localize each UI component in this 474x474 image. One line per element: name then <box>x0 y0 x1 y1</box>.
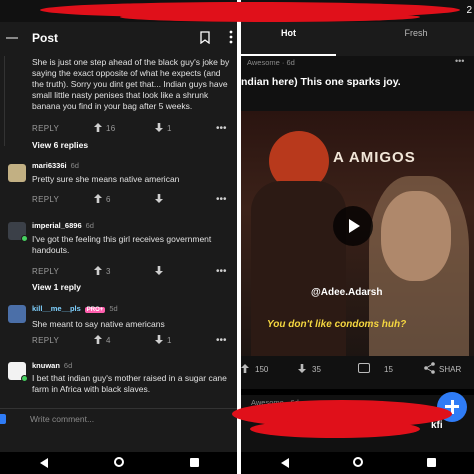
back-icon[interactable] <box>40 458 48 468</box>
system-nav-bar <box>241 452 474 474</box>
comment-header: mari6336i 6d <box>32 160 79 171</box>
upvote-icon[interactable] <box>94 266 102 278</box>
video-player[interactable]: A AMIGOS @Adee.Adarsh You don't like con… <box>241 111 474 356</box>
downvote-icon[interactable] <box>155 123 163 135</box>
recents-icon[interactable] <box>190 458 199 467</box>
play-icon <box>349 219 360 233</box>
tab-hot[interactable]: Hot <box>241 22 336 56</box>
comment-composer: Write comment... <box>0 408 237 431</box>
comment-age: 6d <box>85 221 94 230</box>
downvote-icon[interactable] <box>155 194 163 206</box>
comment-body: She is just one step ahead of the black … <box>32 57 230 111</box>
avatar[interactable] <box>8 305 26 323</box>
reply-button[interactable]: REPLY <box>32 194 59 205</box>
comment-age: 5d <box>109 304 118 313</box>
comment-input[interactable]: Write comment... <box>30 414 94 424</box>
more-vert-icon[interactable] <box>229 30 233 49</box>
comment-body: I've got the feeling this girl receives … <box>32 234 212 255</box>
downvote-count: 1 <box>167 336 172 345</box>
downvote-icon[interactable] <box>155 335 163 347</box>
sticker-icon[interactable] <box>0 414 6 424</box>
play-button[interactable] <box>333 206 373 246</box>
downvote-icon[interactable] <box>155 266 163 278</box>
reply-button[interactable]: REPLY <box>32 266 59 277</box>
tab-fresh[interactable]: Fresh <box>361 22 471 56</box>
reply-button[interactable]: REPLY <box>32 335 59 346</box>
redaction-scribble-bottom-2 <box>250 420 420 438</box>
view-replies-link[interactable]: View 6 replies <box>32 140 88 151</box>
post-actions: 150 35 15 SHAR <box>241 360 474 380</box>
share-label[interactable]: SHAR <box>439 365 461 374</box>
redaction-scribble-top-2 <box>120 12 420 22</box>
upvote-icon[interactable] <box>94 194 102 206</box>
video-watermark: @Adee.Adarsh <box>311 287 383 298</box>
feed: Awesome · 6d ••• ndian here) This one sp… <box>241 56 474 452</box>
app-bar: Post <box>0 22 237 56</box>
upvote-count: 3 <box>106 267 111 276</box>
bookmark-icon[interactable] <box>200 31 210 49</box>
page-title: Post <box>32 31 59 45</box>
share-icon[interactable] <box>424 362 435 376</box>
home-icon[interactable] <box>114 457 124 467</box>
background-sign: A AMIGOS <box>333 149 416 166</box>
comment-header: imperial_6896 6d <box>32 220 94 231</box>
comment-author[interactable]: mari6336i <box>32 161 67 170</box>
upvote-icon[interactable] <box>94 335 102 347</box>
more-horiz-icon[interactable]: ••• <box>216 266 227 277</box>
comment-body: She meant to say native americans <box>32 319 165 329</box>
left-screenshot: Post She is just one step ahead of the b… <box>0 0 237 474</box>
avatar[interactable] <box>8 164 26 182</box>
pro-badge: PRO+ <box>84 307 106 313</box>
comment-header: kill__me__pls PRO+ 5d <box>32 303 118 316</box>
system-nav-bar <box>0 452 237 474</box>
comment-author[interactable]: knuwan <box>32 361 60 370</box>
upvote-icon[interactable] <box>94 123 102 135</box>
comment-author[interactable]: imperial_6896 <box>32 221 82 230</box>
back-icon[interactable] <box>281 458 289 468</box>
reply-button[interactable]: REPLY <box>32 123 59 134</box>
comment-icon[interactable] <box>358 363 370 373</box>
upvote-icon[interactable] <box>241 364 249 375</box>
status-clock-fragment: 2 <box>466 5 472 16</box>
upvote-count: 4 <box>106 336 111 345</box>
more-horiz-icon[interactable]: ••• <box>216 194 227 205</box>
downvote-count: 1 <box>167 124 172 133</box>
online-indicator <box>21 235 28 242</box>
comment-header: knuwan 6d <box>32 360 72 371</box>
comment-author[interactable]: kill__me__pls <box>32 304 81 313</box>
more-horiz-icon[interactable]: ••• <box>216 335 227 346</box>
downvote-icon[interactable] <box>298 364 306 375</box>
post-meta-row: Awesome · 6d ••• <box>241 56 474 70</box>
video-caption: You don't like condoms huh? <box>267 319 407 330</box>
menu-icon[interactable] <box>6 37 18 39</box>
upvote-count: 6 <box>106 195 111 204</box>
online-indicator <box>21 375 28 382</box>
recents-icon[interactable] <box>427 458 436 467</box>
comments-list: She is just one step ahead of the black … <box>0 56 237 452</box>
comment-count: 15 <box>384 365 393 374</box>
upvote-count: 16 <box>106 124 116 133</box>
home-icon[interactable] <box>353 457 363 467</box>
more-horiz-icon[interactable]: ••• <box>455 56 464 66</box>
comment-age: 6d <box>70 161 79 170</box>
comment-body: I bet that indian guy's mother raised in… <box>32 373 227 394</box>
more-horiz-icon[interactable]: ••• <box>216 123 227 134</box>
feed-tabs: Hot Fresh <box>241 22 474 56</box>
comment-body: Pretty sure she means native american <box>32 174 180 184</box>
post-divider <box>241 389 474 395</box>
post-meta: Awesome · 6d <box>247 58 295 67</box>
comment-age: 6d <box>63 361 73 370</box>
downvote-count: 35 <box>312 365 321 374</box>
thread-line <box>4 56 5 146</box>
view-replies-link[interactable]: View 1 reply <box>32 282 81 293</box>
upvote-count: 150 <box>255 365 269 374</box>
post-title[interactable]: ndian here) This one sparks joy. <box>241 76 401 88</box>
